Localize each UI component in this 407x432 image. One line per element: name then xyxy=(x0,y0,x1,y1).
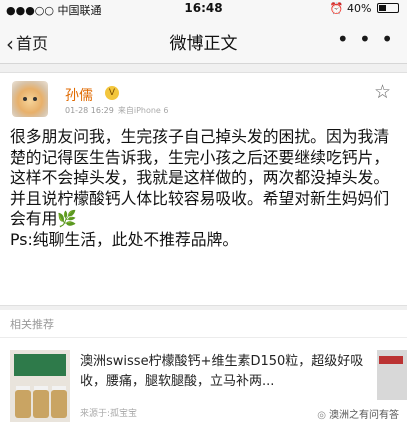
vip-badge-icon: V xyxy=(105,86,119,100)
avatar-eye xyxy=(33,97,37,101)
nav-bar: ‹ 首页 微博正文 • • • xyxy=(0,17,407,64)
star-icon[interactable]: ☆ xyxy=(374,81,391,103)
post-meta: 01-28 16:29 来自iPhone 6 xyxy=(65,105,168,116)
battery-percent: 40% xyxy=(347,2,372,15)
post-footer-line: Ps:纯聊生活，此处不推荐品牌。 xyxy=(10,229,239,249)
avatar[interactable] xyxy=(12,81,48,117)
status-right: ⏰ 40% xyxy=(330,2,399,15)
post-body: 很多朋友问我，生完孩子自己掉头发的困扰。因为我清楚的记得医生告诉我，生完小孩之后… xyxy=(10,127,404,250)
side-ad-thumbnail[interactable] xyxy=(377,350,407,400)
ad-tag xyxy=(379,356,403,364)
watermark: ◎ 澳洲之有问有答 xyxy=(315,405,401,422)
product-box xyxy=(14,354,66,376)
more-button[interactable]: • • • xyxy=(337,27,395,51)
post-source: 来自iPhone 6 xyxy=(117,106,169,115)
bottle xyxy=(51,390,67,418)
username[interactable]: 孙儒 xyxy=(65,85,93,105)
wechat-icon: ◎ xyxy=(317,410,326,421)
watermark-text: 澳洲之有问有答 xyxy=(329,410,399,421)
post-date: 01-28 16:29 xyxy=(65,106,114,115)
bottle xyxy=(33,390,49,418)
alarm-icon: ⏰ xyxy=(329,2,344,15)
battery-icon xyxy=(377,3,399,13)
divider xyxy=(0,337,407,338)
related-item-source: 来源于:孤宝宝 xyxy=(80,409,138,419)
leaf-emoji-icon: 🌿 xyxy=(57,209,78,228)
weibo-post: 孙儒 V 01-28 16:29 来自iPhone 6 ☆ 很多朋友问我，生完孩子… xyxy=(0,72,407,306)
status-bar: ●●●○○ 中国联通 16:48 ⏰ 40% xyxy=(0,0,407,17)
product-thumbnail[interactable] xyxy=(10,350,70,422)
related-title: 相关推荐 xyxy=(10,318,54,331)
avatar-eye xyxy=(23,97,27,101)
battery-fill xyxy=(379,5,387,11)
related-item-text[interactable]: 澳洲swisse柠檬酸钙+维生素D150粒，超级好吸收，腰痛，腿软腿酸，立马补两… xyxy=(80,352,370,392)
bottle xyxy=(15,390,31,418)
